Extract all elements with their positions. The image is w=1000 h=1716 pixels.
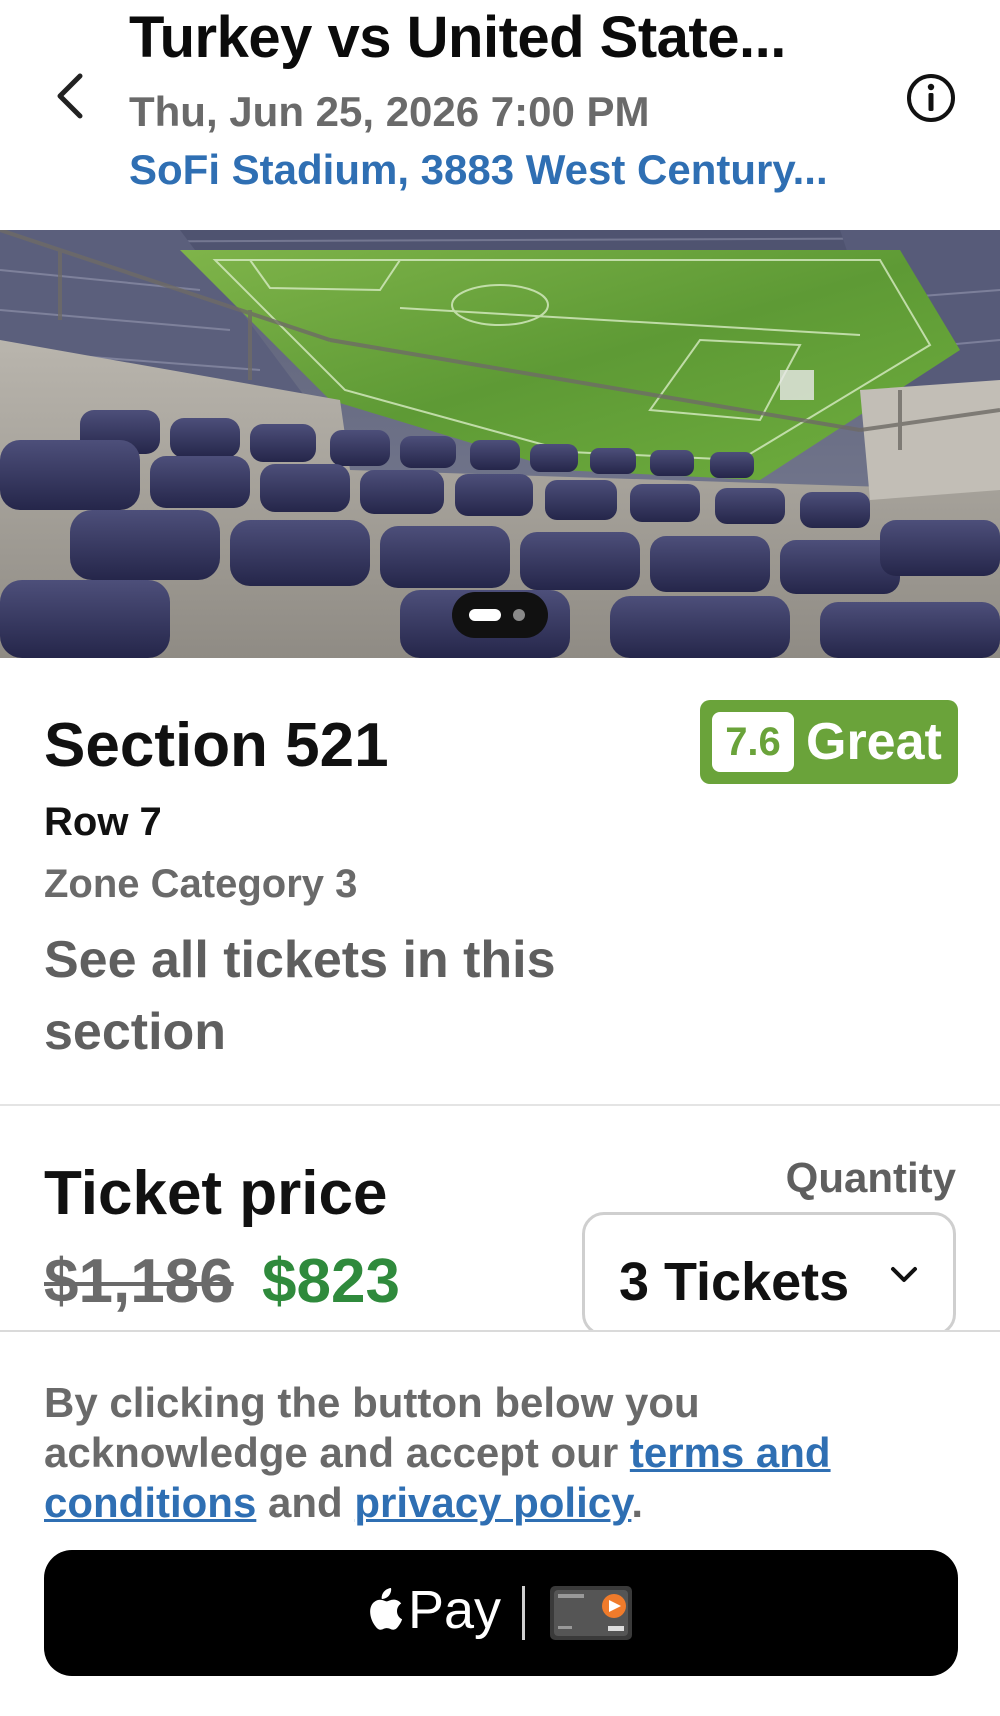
venue-link[interactable]: SoFi Stadium, 3883 West Century... [129, 146, 828, 194]
terms-prefix: By clicking the button below you acknowl… [44, 1379, 700, 1476]
divider [0, 1104, 1000, 1106]
pager-dot[interactable] [513, 609, 525, 621]
chevron-left-icon [57, 73, 83, 119]
row-label: Row 7 [44, 800, 162, 844]
terms-notice: By clicking the button below you acknowl… [44, 1378, 944, 1528]
event-datetime: Thu, Jun 25, 2026 7:00 PM [129, 88, 650, 135]
rating-score: 7.6 [712, 712, 794, 772]
apple-pay-button[interactable]: Pay [44, 1550, 958, 1676]
terms-suffix: . [631, 1479, 644, 1526]
gallery-pager [452, 592, 548, 638]
chevron-down-icon [891, 1267, 917, 1282]
quantity-select[interactable]: 3 Tickets [582, 1212, 956, 1336]
see-all-tickets-link[interactable]: See all tickets in this section [44, 924, 604, 1068]
zone-category: Zone Category 3 [44, 862, 358, 906]
info-button[interactable] [905, 72, 957, 124]
quantity-value: 3 Tickets [619, 1252, 850, 1312]
privacy-link[interactable]: privacy policy [354, 1479, 631, 1526]
section-title: Section 521 [44, 711, 389, 780]
seat-view-image[interactable] [0, 230, 1000, 658]
pay-label: Pay [408, 1580, 502, 1640]
terms-middle: and [268, 1479, 343, 1526]
event-title: Turkey vs United State... [129, 5, 786, 70]
card-icon [550, 1586, 632, 1640]
original-price: $1,186 [44, 1247, 234, 1316]
seat-rating-badge: 7.6 Great [700, 700, 958, 784]
pager-dot-active [469, 609, 501, 621]
ticket-price-heading: Ticket price [44, 1159, 388, 1228]
apple-logo-icon [370, 1588, 403, 1630]
info-icon [907, 74, 955, 122]
current-price: $823 [262, 1247, 400, 1316]
event-header: Turkey vs United State... Thu, Jun 25, 2… [0, 0, 1000, 230]
pay-separator [522, 1586, 525, 1640]
quantity-label: Quantity [785, 1154, 956, 1201]
checkout-sheet: By clicking the button below you acknowl… [0, 1330, 1000, 1716]
rating-label: Great [806, 713, 942, 771]
back-button[interactable] [50, 70, 94, 122]
